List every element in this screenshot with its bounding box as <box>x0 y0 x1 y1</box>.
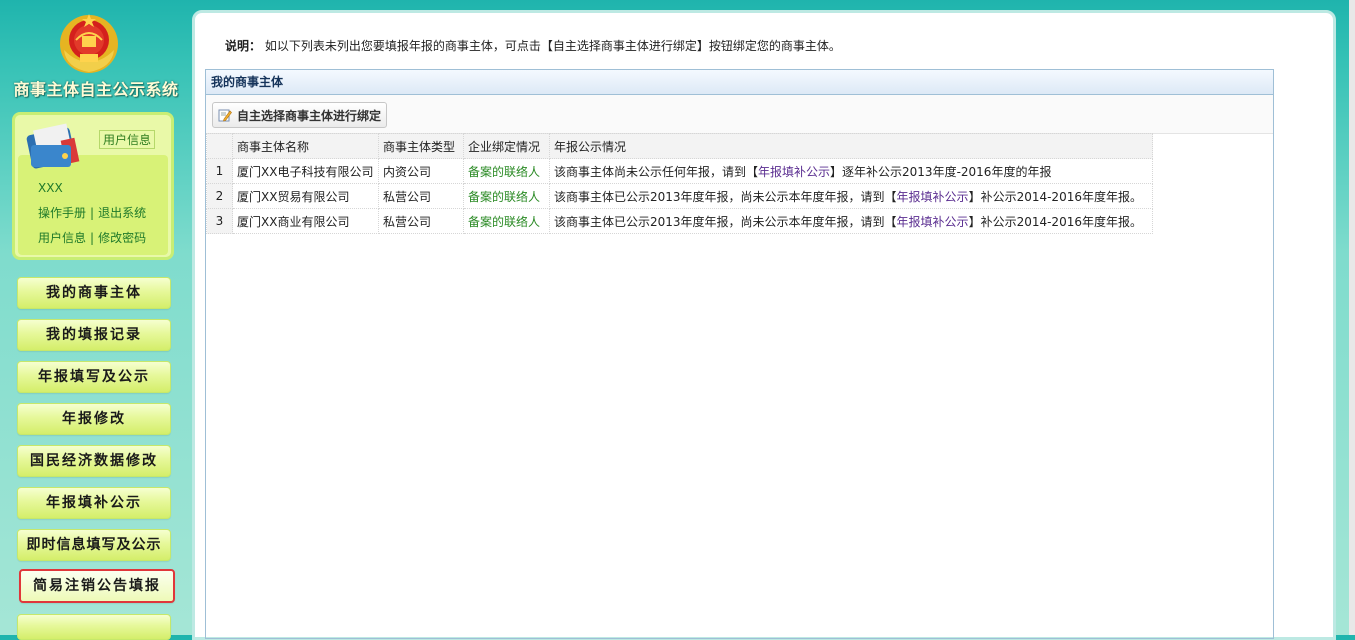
panel-title: 我的商事主体 <box>206 70 1273 95</box>
status-text: 该商事主体尚未公示任何年报，请到【 <box>554 164 759 179</box>
separator: | <box>90 231 95 245</box>
supplement-link[interactable]: 年报填补公示 <box>897 215 969 229</box>
table-row: 2 厦门XX贸易有限公司 私营公司 备案的联络人 该商事主体已公示2013年度年… <box>206 183 1153 209</box>
col-entity-name: 商事主体名称 <box>232 133 379 159</box>
nav-annual-report-fill[interactable]: 年报填写及公示 <box>17 361 171 393</box>
main-panel: 说明： 如以下列表未列出您要填报年报的商事主体，可点击【自主选择商事主体进行绑定… <box>192 10 1336 640</box>
supplement-link[interactable]: 年报填补公示 <box>758 165 830 179</box>
user-name: XXX <box>38 181 63 195</box>
manual-link[interactable]: 操作手册 <box>38 206 86 220</box>
nav-more[interactable] <box>17 614 171 640</box>
edit-icon <box>218 109 232 122</box>
status-text: 】逐年补公示2013年度-2016年度的年报 <box>830 164 1052 179</box>
notice: 说明： 如以下列表未列出您要填报年报的商事主体，可点击【自主选择商事主体进行绑定… <box>225 37 841 54</box>
separator: | <box>90 206 95 220</box>
logout-link[interactable]: 退出系统 <box>98 206 146 220</box>
entity-name: 厦门XX贸易有限公司 <box>232 183 379 209</box>
entity-name: 厦门XX电子科技有限公司 <box>232 158 379 184</box>
user-info-box: 用户信息 XXX 操作手册 | 退出系统 用户信息 | 修改密码 <box>12 112 174 260</box>
row-number: 3 <box>206 208 233 234</box>
links-row-1: 操作手册 | 退出系统 <box>38 204 146 221</box>
nav-simple-deregistration[interactable]: 简易注销公告填报 <box>19 569 175 603</box>
system-title: 商事主体自主公示系统 <box>13 80 179 99</box>
col-index <box>206 133 233 159</box>
nav-annual-report-supplement[interactable]: 年报填补公示 <box>17 487 171 519</box>
row-number: 2 <box>206 183 233 209</box>
nav-filing-records[interactable]: 我的填报记录 <box>17 319 171 351</box>
nav-my-entities[interactable]: 我的商事主体 <box>17 277 171 309</box>
report-status: 该商事主体已公示2013年度年报，尚未公示本年度年报，请到【年报填补公示】补公示… <box>549 183 1153 209</box>
status-text: 该商事主体已公示2013年度年报，尚未公示本年度年报，请到【 <box>554 189 897 204</box>
entity-name: 厦门XX商业有限公司 <box>232 208 379 234</box>
binding-status: 备案的联络人 <box>463 208 550 234</box>
toolbar: 自主选择商事主体进行绑定 <box>206 95 1273 134</box>
binding-status: 备案的联络人 <box>463 158 550 184</box>
my-entities-panel: 我的商事主体 自主选择商事主体进行绑定 商事主体名称 商事主体类型 企业绑定情况 <box>205 69 1274 639</box>
col-report-status: 年报公示情况 <box>549 133 1153 159</box>
nav-annual-report-edit[interactable]: 年报修改 <box>17 403 171 435</box>
window-scrollbar[interactable] <box>1349 0 1355 635</box>
sidebar: 商事主体自主公示系统 用户信息 XXX 操作手册 | 退出系统 用户信息 | 修改密码 … <box>0 0 192 640</box>
status-text: 】补公示2014-2016年度年报。 <box>968 214 1142 229</box>
supplement-link[interactable]: 年报填补公示 <box>897 190 969 204</box>
user-info-link[interactable]: 用户信息 <box>38 231 86 245</box>
row-number: 1 <box>206 158 233 184</box>
status-text: 】补公示2014-2016年度年报。 <box>968 189 1142 204</box>
links-row-2: 用户信息 | 修改密码 <box>38 229 146 246</box>
table-row: 3 厦门XX商业有限公司 私营公司 备案的联络人 该商事主体已公示2013年度年… <box>206 208 1153 234</box>
entities-table: 商事主体名称 商事主体类型 企业绑定情况 年报公示情况 1 厦门XX电子科技有限… <box>206 133 1153 234</box>
change-password-link[interactable]: 修改密码 <box>98 231 146 245</box>
notice-text: 如以下列表未列出您要填报年报的商事主体，可点击【自主选择商事主体进行绑定】按钮绑… <box>264 39 841 53</box>
entity-type: 私营公司 <box>378 208 464 234</box>
user-info-tag: 用户信息 <box>99 130 156 149</box>
report-status: 该商事主体已公示2013年度年报，尚未公示本年度年报，请到【年报填补公示】补公示… <box>549 208 1153 234</box>
bind-entity-label: 自主选择商事主体进行绑定 <box>237 109 382 123</box>
status-text: 该商事主体已公示2013年度年报，尚未公示本年度年报，请到【 <box>554 214 897 229</box>
col-binding-status: 企业绑定情况 <box>463 133 550 159</box>
emblem-logo <box>60 14 118 73</box>
report-status: 该商事主体尚未公示任何年报，请到【年报填补公示】逐年补公示2013年度-2016… <box>549 158 1153 184</box>
nav-economic-data-edit[interactable]: 国民经济数据修改 <box>17 445 171 477</box>
entity-type: 内资公司 <box>378 158 464 184</box>
col-entity-type: 商事主体类型 <box>378 133 464 159</box>
nav-instant-info[interactable]: 即时信息填写及公示 <box>17 529 171 561</box>
table-header-row: 商事主体名称 商事主体类型 企业绑定情况 年报公示情况 <box>206 133 1153 159</box>
binding-status: 备案的联络人 <box>463 183 550 209</box>
table-row: 1 厦门XX电子科技有限公司 内资公司 备案的联络人 该商事主体尚未公示任何年报… <box>206 158 1153 184</box>
entity-type: 私营公司 <box>378 183 464 209</box>
wallet-icon <box>26 123 80 169</box>
bind-entity-button[interactable]: 自主选择商事主体进行绑定 <box>212 102 388 128</box>
notice-label: 说明： <box>225 39 262 53</box>
